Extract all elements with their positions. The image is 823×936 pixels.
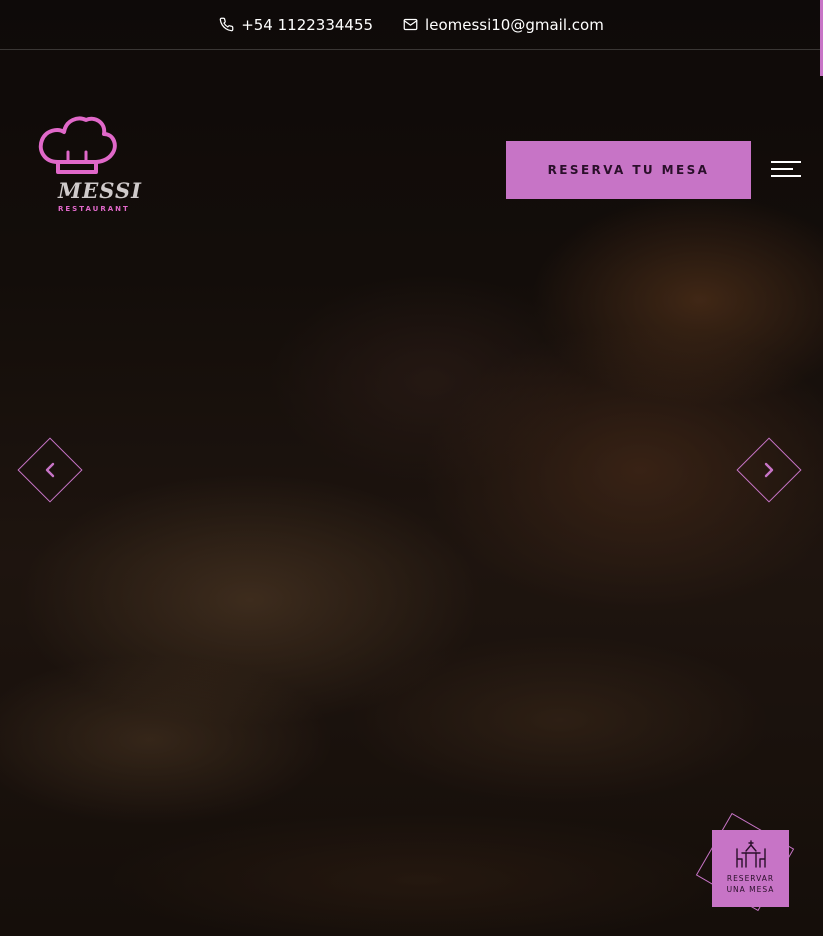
chevron-left-icon — [45, 462, 55, 478]
mail-icon — [403, 18, 418, 31]
dining-table-icon — [735, 840, 766, 868]
hamburger-menu-icon[interactable] — [771, 161, 801, 179]
top-contact-bar: +54 1122334455 leomessi10@gmail.com — [0, 0, 823, 50]
chef-hat-icon — [38, 116, 117, 174]
logo-subtitle: RESTAURANT — [58, 205, 130, 213]
logo-wordmark: MESSI — [58, 178, 142, 203]
phone-number: +54 1122334455 — [241, 15, 374, 34]
menu-line — [771, 175, 801, 177]
reserve-table-button[interactable]: RESERVA TU MESA — [506, 141, 751, 199]
chevron-right-icon — [764, 462, 774, 478]
phone-icon — [219, 17, 234, 32]
phone-link[interactable]: +54 1122334455 — [219, 16, 373, 34]
floating-reserve-label: RESERVAR UNA MESA — [727, 873, 775, 895]
menu-line — [771, 161, 801, 163]
menu-line — [771, 168, 793, 170]
restaurant-logo[interactable]: MESSI RESTAURANT — [36, 114, 148, 218]
email-address: leomessi10@gmail.com — [425, 15, 604, 34]
email-link[interactable]: leomessi10@gmail.com — [403, 16, 604, 34]
floating-label-line1: RESERVAR — [726, 874, 775, 883]
floating-reserve-button[interactable]: RESERVAR UNA MESA — [712, 830, 789, 907]
floating-label-line2: UNA MESA — [726, 885, 775, 894]
